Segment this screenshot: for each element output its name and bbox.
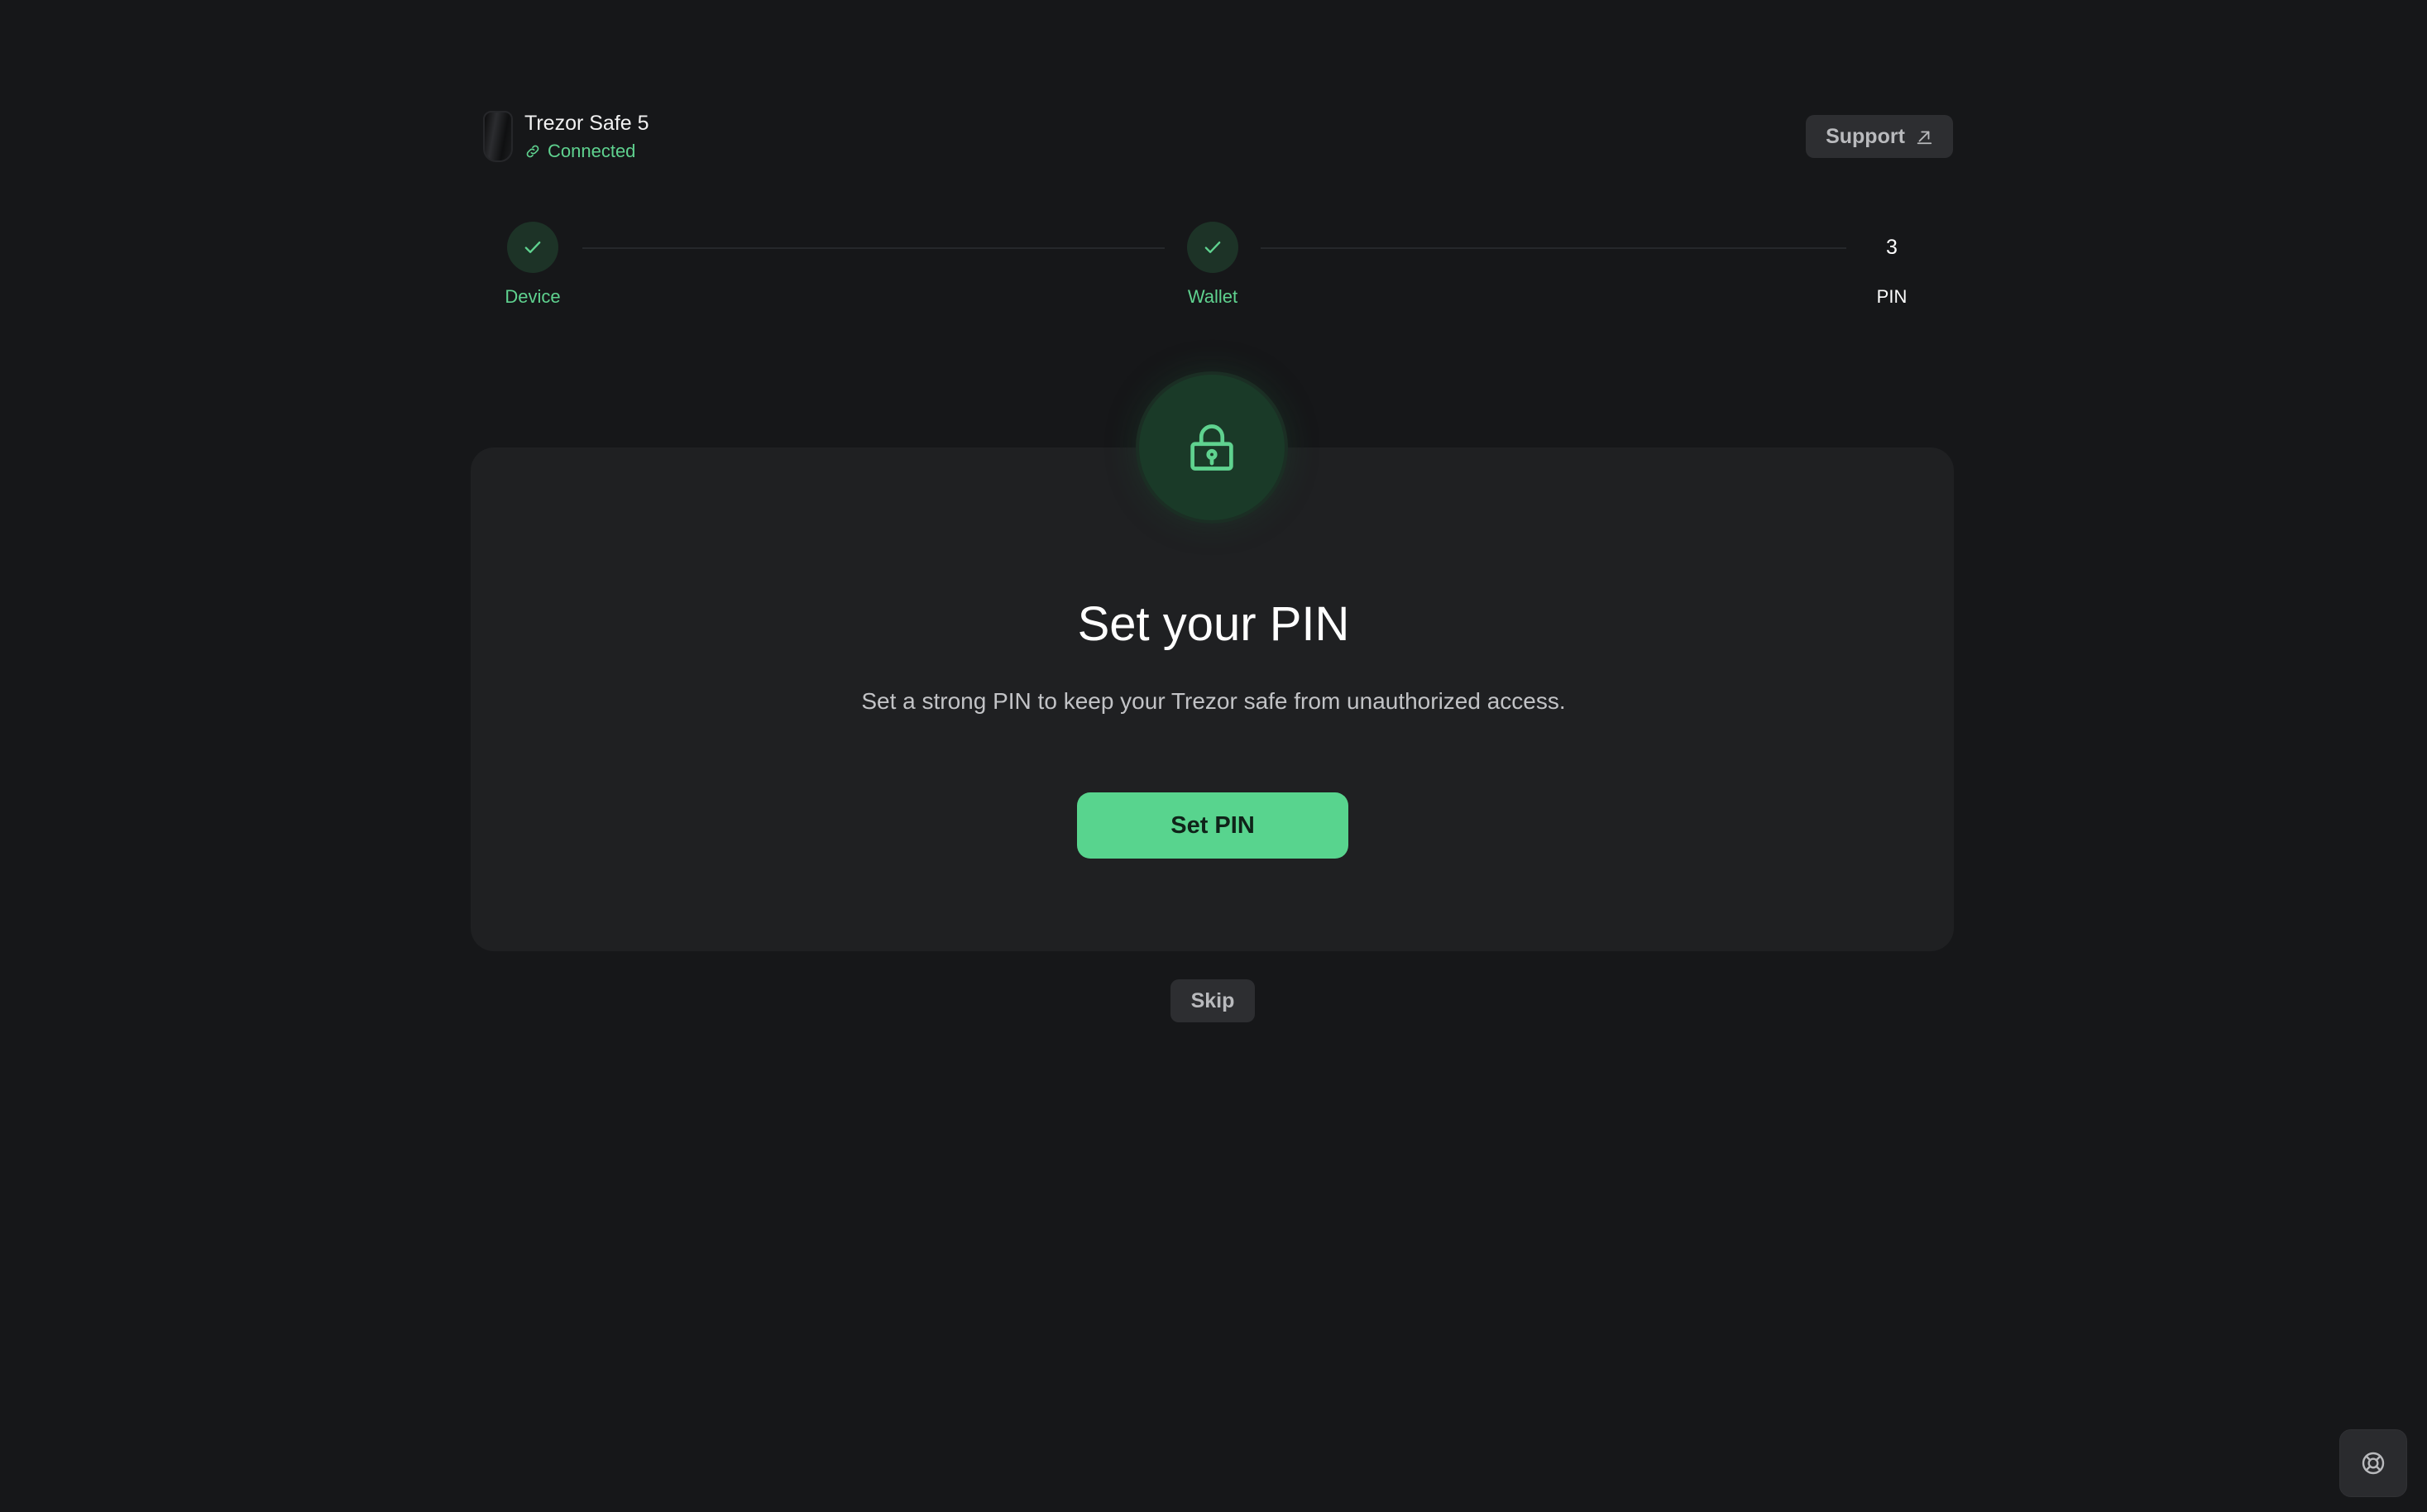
set-pin-button[interactable]: Set PIN bbox=[1077, 792, 1348, 859]
lock-badge bbox=[1139, 375, 1285, 520]
skip-button[interactable]: Skip bbox=[1170, 979, 1255, 1022]
help-button[interactable] bbox=[2339, 1429, 2407, 1497]
step-wallet-label: Wallet bbox=[1187, 286, 1238, 307]
check-icon bbox=[524, 242, 541, 253]
step-wallet-circle bbox=[1187, 222, 1238, 273]
step-device-label: Device bbox=[505, 286, 561, 307]
onboarding-page: Trezor Safe 5 Connected Support Device W… bbox=[0, 0, 2427, 1512]
lock-icon bbox=[1190, 424, 1233, 471]
device-info: Trezor Safe 5 Connected bbox=[483, 111, 649, 162]
device-status: Connected bbox=[524, 141, 649, 162]
lifebuoy-icon bbox=[2362, 1452, 2385, 1475]
step-connector bbox=[1261, 247, 1846, 249]
device-text: Trezor Safe 5 Connected bbox=[524, 111, 649, 162]
external-link-icon bbox=[1917, 131, 1932, 145]
step-device: Device bbox=[475, 222, 591, 308]
step-pin-label: PIN bbox=[1876, 286, 1908, 307]
step-pin: 3 PIN bbox=[1834, 222, 1950, 308]
card-title: Set your PIN bbox=[1077, 597, 1350, 651]
step-pin-number: 3 bbox=[1886, 235, 1898, 259]
check-icon bbox=[1204, 242, 1221, 253]
device-name: Trezor Safe 5 bbox=[524, 112, 649, 135]
support-label: Support bbox=[1826, 124, 1905, 148]
step-connector bbox=[582, 247, 1165, 249]
step-device-circle bbox=[507, 222, 558, 273]
card-description: Set a strong PIN to keep your Trezor saf… bbox=[861, 688, 1566, 714]
device-thumbnail bbox=[483, 111, 513, 162]
link-icon bbox=[526, 145, 539, 158]
onboarding-stepper: Device Wallet 3 PIN bbox=[0, 222, 2427, 321]
support-button[interactable]: Support bbox=[1806, 115, 1953, 158]
step-wallet: Wallet bbox=[1155, 222, 1271, 308]
device-status-text: Connected bbox=[548, 141, 636, 161]
